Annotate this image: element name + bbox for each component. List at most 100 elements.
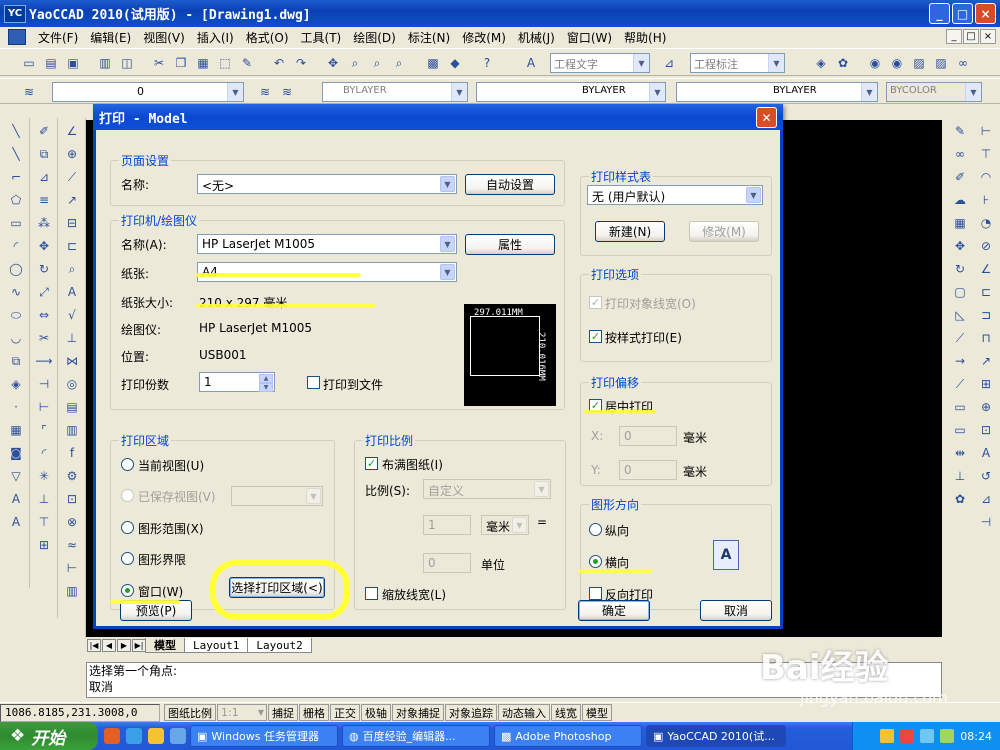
center-mark-icon[interactable]: ⊕ [62, 145, 82, 163]
area-limits-radio[interactable] [121, 552, 134, 565]
move-cross-icon[interactable]: ✥ [950, 237, 970, 255]
zoom-realtime-icon[interactable]: ⌕ [346, 54, 364, 72]
ok-button[interactable]: 确定 [578, 600, 650, 621]
pan-icon[interactable]: ✥ [324, 54, 342, 72]
edit-style-button[interactable]: 修改(M) [689, 221, 759, 242]
dim-tolerance-icon[interactable]: ⊞ [976, 375, 996, 393]
aligned-dim-icon[interactable]: ⟋ [62, 168, 82, 186]
print-with-styles-checkbox[interactable]: ✓ [589, 330, 602, 343]
grid-icon[interactable]: ▦ [950, 214, 970, 232]
chain-icon[interactable]: ∞ [950, 145, 970, 163]
lineweight-select[interactable]: BYLAYER ▼ [676, 82, 878, 102]
new-style-button[interactable]: 新建(N) [595, 221, 665, 242]
offset-x-field[interactable]: 0 [619, 426, 677, 446]
cylinder-icon[interactable]: ⊏ [62, 237, 82, 255]
print-preview-icon[interactable]: ◫ [118, 54, 136, 72]
search-icon[interactable]: ⌕ [62, 260, 82, 278]
model-toggle[interactable]: 模型 [582, 704, 612, 721]
annotate-icon[interactable]: ⊞ [34, 536, 54, 554]
tray-qq-icon[interactable] [880, 729, 895, 743]
qq-icon[interactable] [148, 728, 164, 744]
scale-icon[interactable]: ⤢ [34, 283, 54, 301]
chamfer-icon[interactable]: ⌜ [34, 421, 54, 439]
dim-style-icon2[interactable]: ⊿ [976, 490, 996, 508]
sketch-icon[interactable]: ✐ [950, 168, 970, 186]
brush-icon[interactable]: ✎ [238, 54, 256, 72]
scale-ratio-select[interactable]: 自定义 ▼ [423, 479, 551, 499]
break-icon[interactable]: ⊣ [34, 375, 54, 393]
rotate-cw-icon[interactable]: ↻ [950, 260, 970, 278]
menu-modify[interactable]: 修改(M) [456, 29, 512, 46]
saved-view-select[interactable]: ▼ [231, 486, 323, 506]
match-properties-icon[interactable]: ⬚ [216, 54, 234, 72]
text-style-icon[interactable]: A [522, 54, 540, 72]
task-baidu[interactable]: ◍ 百度经验_编辑器... [342, 725, 490, 747]
open-file-icon[interactable]: ▤ [42, 54, 60, 72]
copy-object-icon[interactable]: ⧉ [34, 145, 54, 163]
portrait-radio[interactable] [589, 523, 602, 536]
explode-icon[interactable]: ✳ [34, 467, 54, 485]
key-icon[interactable]: ⊢ [62, 559, 82, 577]
stretch-icon[interactable]: ⇔ [34, 306, 54, 324]
region-icon[interactable]: ◙ [6, 444, 26, 462]
formula-icon[interactable]: f [62, 444, 82, 462]
print-lineweights-checkbox[interactable]: ✓ [589, 296, 602, 309]
rotate-icon[interactable]: ↻ [34, 260, 54, 278]
dyn-toggle[interactable]: 动态输入 [498, 704, 550, 721]
lwt-toggle[interactable]: 线宽 [551, 704, 581, 721]
spinner-icon[interactable]: ▲ ▼ [259, 374, 273, 392]
save-icon[interactable]: ▣ [64, 54, 82, 72]
minimize-button[interactable]: _ [929, 3, 950, 24]
layer-tool-icon[interactable]: ◉ [888, 54, 906, 72]
menu-insert[interactable]: 插入(I) [191, 29, 240, 46]
dim-update-icon[interactable]: ↺ [976, 467, 996, 485]
tray-volume-icon[interactable] [940, 729, 955, 743]
rect-outline-icon[interactable]: ▭ [950, 398, 970, 416]
layer-select[interactable]: 0 ▼ [52, 82, 244, 102]
ellipse-icon[interactable]: ⬭ [6, 306, 26, 324]
move-icon[interactable]: ✥ [34, 237, 54, 255]
measure-v-icon[interactable]: ⊥ [950, 467, 970, 485]
last-tab-icon[interactable]: ▶| [132, 639, 146, 652]
zoom-previous-icon[interactable]: ⌕ [390, 54, 408, 72]
title-block-icon[interactable]: ▥ [62, 421, 82, 439]
gear-icon[interactable]: ⚙ [62, 467, 82, 485]
color-select[interactable]: BYLAYER ▼ [322, 82, 468, 102]
dim-text-icon[interactable]: A [976, 444, 996, 462]
dialog-close-button[interactable]: ✕ [756, 107, 777, 128]
pencil-icon[interactable]: ✎ [950, 122, 970, 140]
spline-icon[interactable]: ∿ [6, 283, 26, 301]
datum-icon[interactable]: ⊥ [62, 329, 82, 347]
fit-to-paper-checkbox[interactable]: ✓ [365, 457, 378, 470]
offset-icon[interactable]: ≡ [34, 191, 54, 209]
tab-layout1[interactable]: Layout1 [184, 638, 249, 653]
table-icon[interactable]: ▽ [6, 467, 26, 485]
copies-stepper[interactable]: 1 ▲ ▼ [199, 372, 275, 392]
scale-drawing-units-field[interactable]: 0 [423, 553, 471, 573]
bolt-icon[interactable]: ⊗ [62, 513, 82, 531]
printer-name-select[interactable]: HP LaserJet M1005 ▼ [197, 234, 457, 254]
paste-icon[interactable]: ▦ [194, 54, 212, 72]
extend-icon[interactable]: ⟶ [34, 352, 54, 370]
copy-icon[interactable]: ❐ [172, 54, 190, 72]
menu-dimension[interactable]: 标注(N) [402, 29, 456, 46]
maximize-button[interactable]: □ [952, 3, 973, 24]
area-current-view-radio[interactable] [121, 458, 134, 471]
make-block-icon[interactable]: ◈ [6, 375, 26, 393]
spring-icon[interactable]: ≈ [62, 536, 82, 554]
point-icon[interactable]: · [6, 398, 26, 416]
angle-dim-icon[interactable]: ∠ [62, 122, 82, 140]
shaft-icon[interactable]: ⊡ [62, 490, 82, 508]
cancel-button[interactable]: 取消 [700, 600, 772, 621]
ortho-toggle[interactable]: 正交 [330, 704, 360, 721]
ellipse-arc-icon[interactable]: ◡ [6, 329, 26, 347]
grid-toggle[interactable]: 栅格 [299, 704, 329, 721]
task-taskmgr[interactable]: ▣ Windows 任务管理器 [190, 725, 338, 747]
polygon-icon[interactable]: ⬠ [6, 191, 26, 209]
help-icon[interactable]: ? [478, 54, 496, 72]
menu-help[interactable]: 帮助(H) [618, 29, 672, 46]
offset-y-field[interactable]: 0 [619, 460, 677, 480]
image-tool-icon[interactable]: ▨ [932, 54, 950, 72]
start-button[interactable]: ❖ 开始 [0, 722, 98, 750]
slope-icon[interactable]: ⟋ [950, 329, 970, 347]
